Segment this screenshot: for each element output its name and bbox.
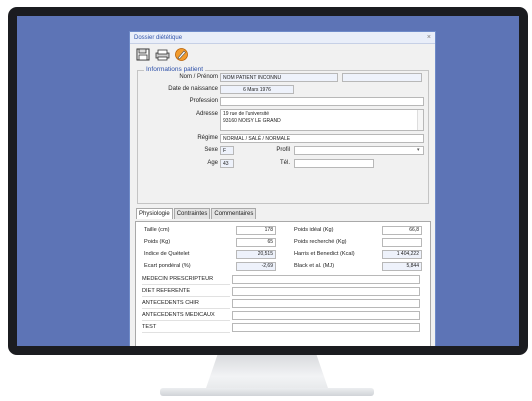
test-label: TEST bbox=[142, 323, 230, 333]
medecin-prescripteur-field[interactable] bbox=[232, 275, 420, 284]
adresse-scrollbar[interactable] bbox=[417, 110, 423, 130]
diet-referente-label: DIET REFERENTE bbox=[142, 287, 230, 297]
poids-recherche-label: Poids recherché (Kg) bbox=[294, 239, 347, 245]
poids-field[interactable]: 65 bbox=[236, 238, 276, 247]
taille-field[interactable]: 178 bbox=[236, 226, 276, 235]
profil-select[interactable] bbox=[294, 146, 424, 155]
antecedents-medicaux-label: ANTECEDENTS MEDICAUX bbox=[142, 311, 230, 321]
window-titlebar: Dossier diététique × bbox=[130, 32, 435, 44]
nom-extra-field[interactable] bbox=[342, 73, 422, 82]
window-title: Dossier diététique bbox=[134, 34, 183, 41]
poids-ideal-field[interactable]: 66,8 bbox=[382, 226, 422, 235]
patient-info-group: Informations patient Nom / Prénom NOM PA… bbox=[137, 66, 429, 204]
black-field: 5,844 bbox=[382, 262, 422, 271]
quetelet-field: 20,515 bbox=[236, 250, 276, 259]
monitor-stand-neck bbox=[205, 355, 329, 391]
tab-physiologie[interactable]: Physiologie bbox=[136, 208, 173, 219]
profil-label: Profil bbox=[276, 147, 290, 153]
monitor-frame: Dossier diététique × Informations patien… bbox=[8, 7, 528, 355]
age-field[interactable]: 43 bbox=[220, 159, 234, 168]
profession-field[interactable] bbox=[220, 97, 424, 106]
profession-label: Profession bbox=[189, 98, 218, 104]
dossier-window: Dossier diététique × Informations patien… bbox=[129, 31, 436, 346]
adresse-line-1: 19 rue de l'université bbox=[223, 111, 269, 117]
nom-label: Nom / Prénom bbox=[179, 74, 218, 80]
tel-field[interactable] bbox=[294, 159, 374, 168]
close-icon[interactable]: × bbox=[427, 34, 431, 41]
physiologie-panel: Taille (cm) 178 Poids idéal (Kg) 66,8 Po… bbox=[135, 221, 431, 346]
adresse-field[interactable]: 19 rue de l'université 93160 NOISY LE GR… bbox=[220, 109, 424, 131]
pen-icon[interactable] bbox=[174, 47, 189, 61]
antecedents-chir-field[interactable] bbox=[232, 299, 420, 308]
medecin-prescripteur-label: MEDECIN PRESCRIPTEUR bbox=[142, 275, 230, 285]
black-label: Black et al. (MJ) bbox=[294, 263, 335, 269]
poids-recherche-field[interactable] bbox=[382, 238, 422, 247]
printer-icon[interactable] bbox=[155, 48, 170, 61]
ecart-field: -2,69 bbox=[236, 262, 276, 271]
naissance-field[interactable]: 6 Mars 1976 bbox=[220, 85, 294, 94]
sexe-field[interactable]: F bbox=[220, 146, 234, 155]
desktop-screen: Dossier diététique × Informations patien… bbox=[17, 16, 519, 346]
age-label: Age bbox=[207, 160, 218, 166]
harris-field: 1 404,222 bbox=[382, 250, 422, 259]
ecart-label: Ecart pondéral (%) bbox=[144, 263, 191, 269]
sexe-label: Sexe bbox=[204, 147, 218, 153]
quetelet-label: Indice de Quételet bbox=[144, 251, 190, 257]
tel-label: Tél. bbox=[279, 160, 290, 166]
antecedents-chir-label: ANTECEDENTS CHIR bbox=[142, 299, 230, 309]
group-title: Informations patient bbox=[144, 66, 206, 73]
antecedents-medicaux-field[interactable] bbox=[232, 311, 420, 320]
adresse-label: Adresse bbox=[195, 111, 218, 117]
test-field[interactable] bbox=[232, 323, 420, 332]
nom-field[interactable]: NOM PATIENT INCONNU bbox=[220, 73, 338, 82]
tab-commentaires[interactable]: Commentaires bbox=[211, 208, 257, 219]
regime-label: Régime bbox=[197, 135, 218, 141]
tab-bar: Physiologie Contraintes Commentaires bbox=[136, 208, 257, 221]
floppy-disk-icon[interactable] bbox=[136, 48, 151, 61]
poids-ideal-label: Poids idéal (Kg) bbox=[294, 227, 334, 233]
poids-label: Poids (Kg) bbox=[144, 239, 171, 245]
monitor-stand-base bbox=[160, 388, 374, 396]
regime-field[interactable]: NORMAL / SALÉ / NORMALE bbox=[220, 134, 424, 143]
taille-label: Taille (cm) bbox=[144, 227, 170, 233]
adresse-line-2: 93160 NOISY LE GRAND bbox=[223, 118, 281, 124]
chevron-down-icon[interactable]: ▾ bbox=[417, 147, 420, 153]
harris-label: Harris et Benedict (Kcal) bbox=[294, 251, 355, 257]
toolbar bbox=[130, 44, 435, 64]
diet-referente-field[interactable] bbox=[232, 287, 420, 296]
naissance-label: Date de naissance bbox=[168, 86, 218, 92]
tab-contraintes[interactable]: Contraintes bbox=[173, 208, 211, 219]
